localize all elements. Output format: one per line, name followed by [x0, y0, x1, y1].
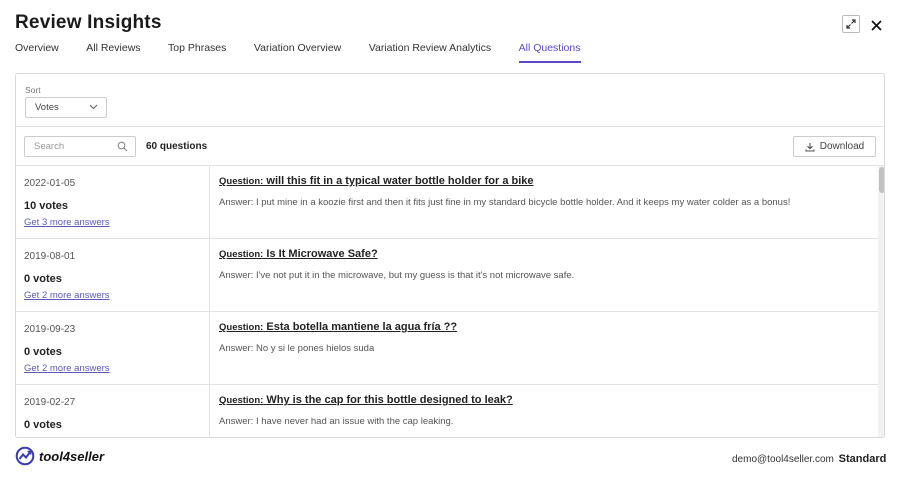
question-votes: 10 votes	[24, 200, 69, 212]
search-icon	[117, 141, 128, 152]
scrollbar[interactable]	[878, 166, 884, 437]
expand-button[interactable]	[842, 15, 860, 33]
close-button[interactable]	[867, 16, 885, 34]
questions-list: 2022-01-05 10 votes Get 3 more answers Q…	[16, 166, 878, 437]
chevron-down-icon	[89, 104, 98, 110]
question-meta: 2019-08-01 0 votes Get 2 more answers	[16, 239, 210, 312]
question-row: 2019-08-01 0 votes Get 2 more answers Qu…	[16, 239, 878, 312]
tab-bar: Overview All Reviews Top Phrases Variati…	[15, 42, 608, 64]
question-text: will this fit in a typical water bottle …	[266, 175, 534, 187]
page-title: Review Insights	[15, 12, 162, 33]
answer-text: Answer: I have never had an issue with t…	[219, 416, 454, 427]
question-text: Why is the cap for this bottle designed …	[266, 394, 513, 406]
question-text: Is It Microwave Safe?	[266, 248, 378, 260]
more-answers-link[interactable]: Get 2 more answers	[24, 290, 110, 301]
sort-label: Sort	[25, 85, 41, 95]
sort-value: Votes	[35, 102, 59, 113]
download-label: Download	[819, 141, 865, 152]
question-row: 2019-09-23 0 votes Get 2 more answers Qu…	[16, 312, 878, 385]
question-meta: 2022-01-05 10 votes Get 3 more answers	[16, 166, 210, 239]
footer: tool4seller demo@tool4seller.com Standar…	[0, 438, 900, 484]
question-meta: 2019-09-23 0 votes Get 2 more answers	[16, 312, 210, 385]
question-row: 2019-02-27 0 votes Question: Why is the …	[16, 385, 878, 437]
question-votes: 0 votes	[24, 419, 62, 431]
tab-variation-review-analytics[interactable]: Variation Review Analytics	[369, 42, 491, 63]
question-text: Esta botella mantiene la agua fría ??	[266, 321, 458, 333]
questions-toolbar: Search 60 questions Download	[16, 128, 884, 166]
sort-area: Sort Votes	[16, 74, 884, 127]
tab-top-phrases[interactable]: Top Phrases	[168, 42, 226, 63]
account-plan: Standard	[838, 453, 887, 465]
expand-icon	[846, 19, 856, 29]
answer-text: Answer: No y si le pones hielos suda	[219, 343, 375, 354]
scrollbar-thumb[interactable]	[879, 167, 884, 193]
question-votes: 0 votes	[24, 273, 62, 285]
tab-all-questions[interactable]: All Questions	[518, 42, 581, 63]
search-input[interactable]: Search	[24, 136, 136, 157]
questions-panel: Sort Votes Search 60 questions Download	[15, 73, 885, 438]
download-icon	[805, 142, 815, 152]
question-title[interactable]: Question: Why is the cap for this bottle…	[219, 394, 513, 406]
question-date: 2019-09-23	[24, 324, 76, 335]
more-answers-link[interactable]: Get 2 more answers	[24, 363, 110, 374]
question-row: 2022-01-05 10 votes Get 3 more answers Q…	[16, 166, 878, 239]
question-count: 60 questions	[146, 141, 208, 152]
question-date: 2019-02-27	[24, 397, 76, 408]
brand-name: tool4seller	[39, 448, 105, 464]
question-date: 2019-08-01	[24, 251, 76, 262]
close-icon	[870, 19, 882, 31]
question-date: 2022-01-05	[24, 178, 76, 189]
question-prefix: Question:	[219, 176, 264, 187]
logo-icon	[15, 446, 35, 466]
answer-text: Answer: I put mine in a koozie first and…	[219, 197, 791, 208]
account-email: demo@tool4seller.com	[732, 454, 834, 465]
account-info: demo@tool4seller.com Standard	[732, 453, 886, 465]
question-title[interactable]: Question: Is It Microwave Safe?	[219, 248, 378, 260]
brand-logo: tool4seller	[15, 446, 104, 466]
question-prefix: Question:	[219, 322, 264, 333]
question-meta: 2019-02-27 0 votes	[16, 385, 210, 437]
more-answers-link[interactable]: Get 3 more answers	[24, 217, 110, 228]
question-title[interactable]: Question: will this fit in a typical wat…	[219, 175, 534, 187]
tab-variation-overview[interactable]: Variation Overview	[254, 42, 341, 63]
question-prefix: Question:	[219, 249, 264, 260]
sort-select[interactable]: Votes	[25, 97, 107, 118]
download-button[interactable]: Download	[793, 136, 876, 157]
question-prefix: Question:	[219, 395, 264, 406]
tab-overview[interactable]: Overview	[15, 42, 59, 63]
tab-all-reviews[interactable]: All Reviews	[86, 42, 140, 63]
question-title[interactable]: Question: Esta botella mantiene la agua …	[219, 321, 457, 333]
question-votes: 0 votes	[24, 346, 62, 358]
answer-text: Answer: I've not put it in the microwave…	[219, 270, 575, 281]
search-placeholder: Search	[34, 141, 65, 152]
